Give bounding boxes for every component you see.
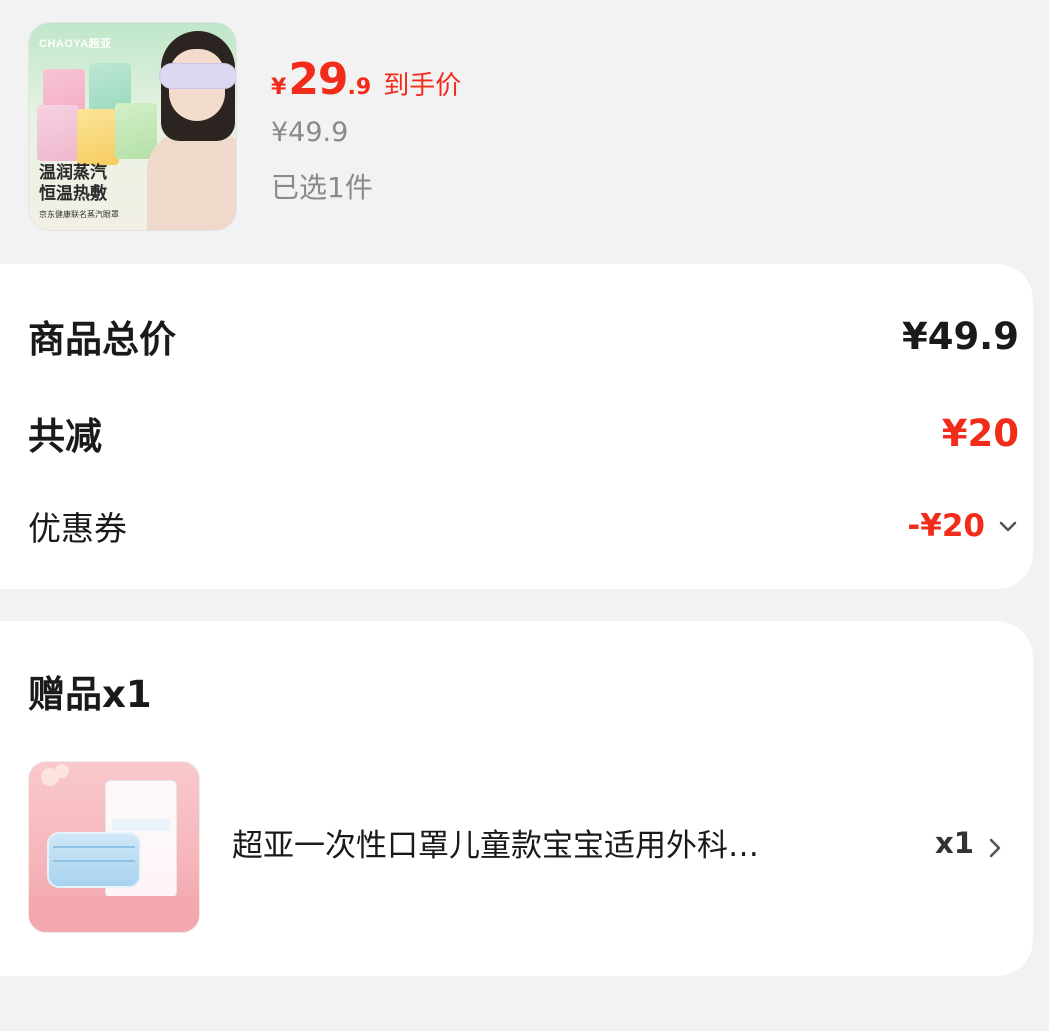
display-stage — [29, 896, 199, 932]
total-price-label: 商品总价 — [28, 318, 176, 361]
total-discount-label: 共减 — [28, 415, 102, 458]
coupon-value: -¥20 — [907, 508, 985, 544]
product-thumbnail[interactable]: CHAOYA超亚 温润蒸汽 恒温热敷 京东健康联名蒸汽眼罩 — [28, 22, 237, 231]
final-price-integer: 29 — [288, 54, 348, 105]
mask-package-label — [112, 819, 170, 831]
total-price-row: 商品总价 ¥49.9 — [28, 306, 1019, 366]
mask-fold — [53, 846, 135, 848]
coupon-selector[interactable]: -¥20 — [907, 508, 1019, 544]
chevron-down-icon[interactable] — [997, 515, 1019, 537]
product-image-subtext: 京东健康联名蒸汽眼罩 — [39, 210, 119, 219]
gift-thumbnail[interactable] — [28, 761, 200, 933]
original-price: ¥49.9 — [271, 117, 349, 148]
product-summary: CHAOYA超亚 温润蒸汽 恒温热敷 京东健康联名蒸汽眼罩 ¥ 29 .9 到手… — [28, 22, 1018, 232]
final-price-symbol: ¥ — [271, 75, 287, 100]
product-image-text-line1: 温润蒸汽 — [39, 163, 107, 183]
product-box — [37, 105, 79, 161]
coupon-row[interactable]: 优惠券 -¥20 — [28, 500, 1019, 552]
chevron-right-icon[interactable] — [986, 836, 1004, 860]
final-price-tag: 到手价 — [383, 71, 462, 101]
gift-item-quantity: x1 — [935, 826, 974, 860]
product-image-text-line2: 恒温热敷 — [39, 184, 107, 204]
final-price: ¥ 29 .9 到手价 — [271, 54, 461, 110]
mask-fold — [53, 860, 135, 862]
product-image-brand: CHAOYA超亚 — [39, 38, 112, 50]
product-image-text: 温润蒸汽 恒温热敷 — [39, 163, 107, 205]
coupon-label: 优惠券 — [28, 509, 127, 548]
total-discount-value: ¥20 — [941, 411, 1019, 455]
gift-item-name[interactable]: 超亚一次性口罩儿童款宝宝适用外科… — [232, 820, 852, 865]
product-box — [77, 109, 119, 165]
model-body — [147, 131, 236, 230]
eye-mask — [159, 63, 236, 89]
selected-count: 已选1件 — [271, 171, 373, 204]
total-price-value: ¥49.9 — [901, 314, 1019, 358]
decor-ball — [55, 764, 69, 778]
total-discount-row: 共减 ¥20 — [28, 403, 1019, 463]
gift-title: 赠品x1 — [28, 673, 152, 716]
model-figure — [147, 31, 236, 230]
final-price-decimal: .9 — [347, 75, 372, 100]
